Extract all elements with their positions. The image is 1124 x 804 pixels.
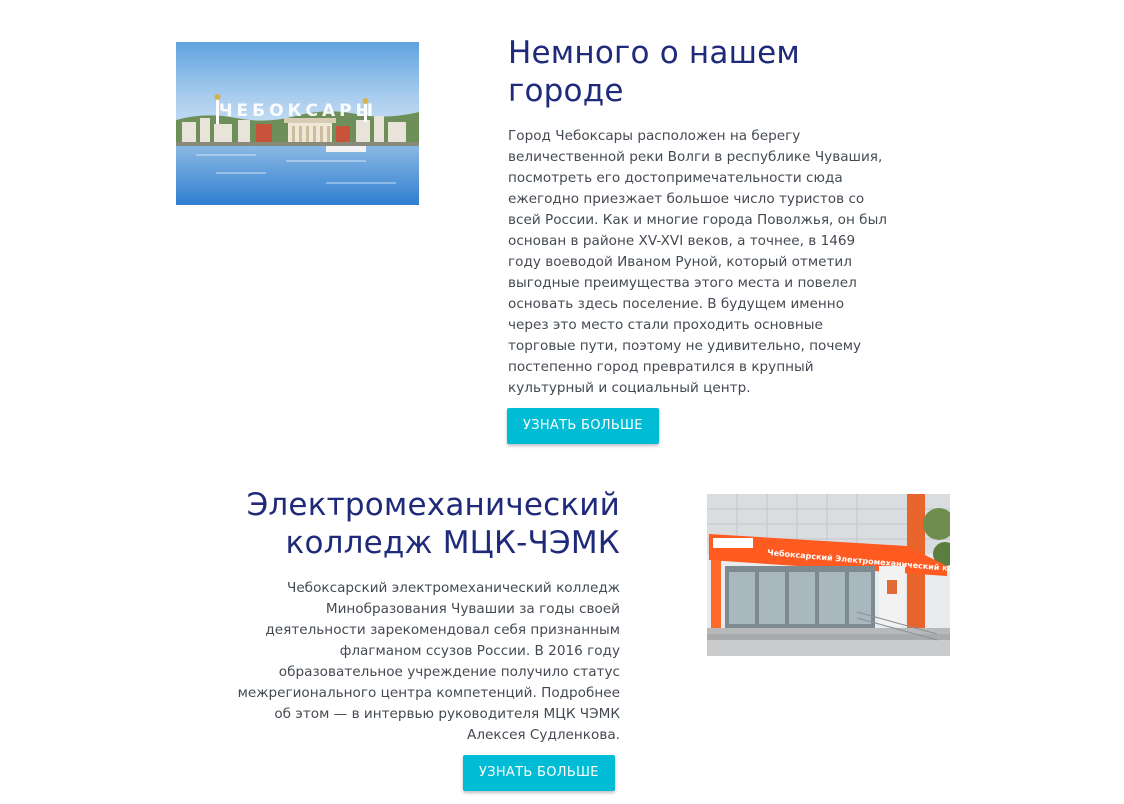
city-image: ЧЕБОКСАРЫ bbox=[176, 42, 419, 205]
city-section-text: Немного о нашем городе Город Чебоксары р… bbox=[508, 34, 893, 399]
page: ЧЕБОКСАРЫ Немного о нашем городе Город Ч… bbox=[0, 0, 1124, 804]
college-learn-more-button[interactable]: УЗНАТЬ БОЛЬШЕ bbox=[463, 755, 615, 791]
college-image: Чебоксарский Электромеханический колледж bbox=[707, 494, 950, 656]
city-image-caption: ЧЕБОКСАРЫ bbox=[219, 101, 377, 121]
city-description: Город Чебоксары расположен на берегу вел… bbox=[508, 128, 887, 396]
city-learn-more-button[interactable]: УЗНАТЬ БОЛЬШЕ bbox=[507, 408, 659, 444]
college-description: Чебоксарский электромеханический колледж… bbox=[237, 580, 620, 743]
college-title: Электромеханический колледж МЦК-ЧЭМК bbox=[246, 487, 620, 561]
college-section-text: Электромеханический колледж МЦК-ЧЭМК Чеб… bbox=[230, 486, 620, 746]
city-title: Немного о нашем городе bbox=[508, 35, 801, 109]
